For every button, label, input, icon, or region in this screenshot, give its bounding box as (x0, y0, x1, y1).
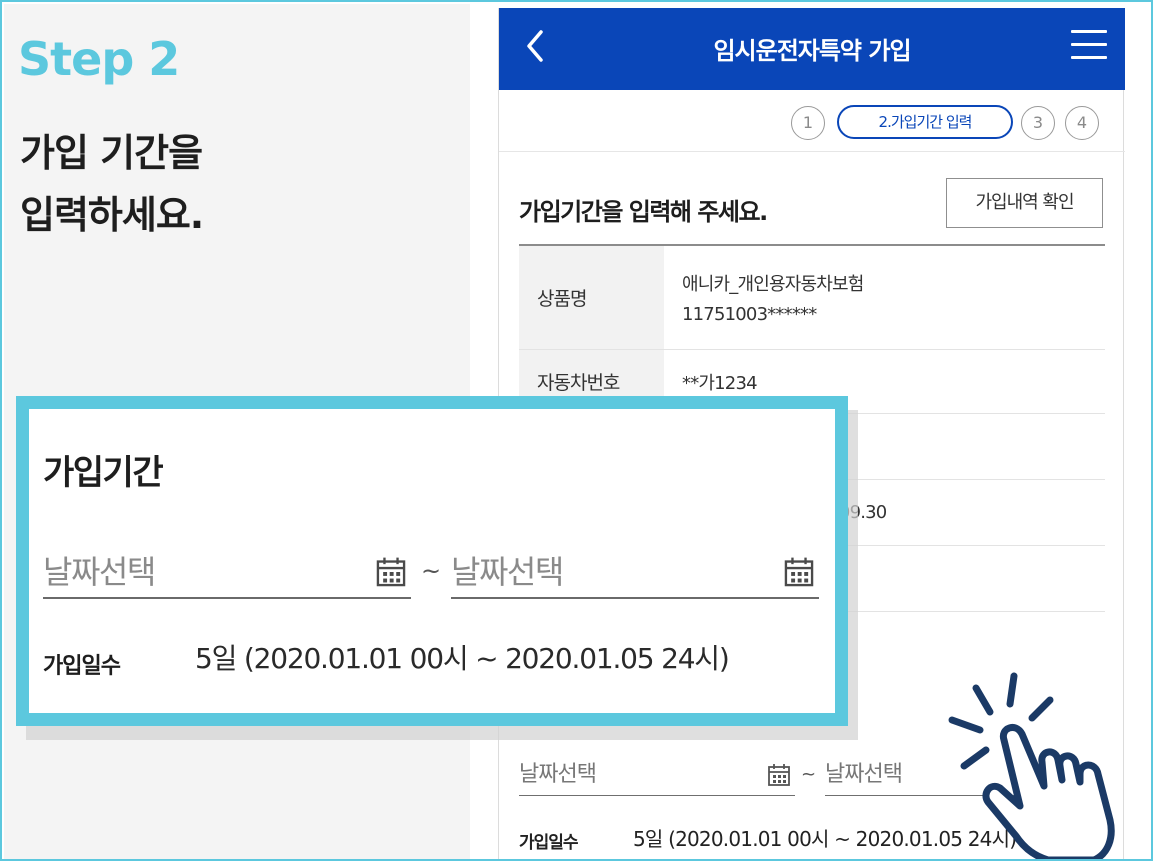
range-tilde: ~ (801, 764, 817, 785)
guide-headline: 가입 기간을 입력하세요. (20, 122, 204, 246)
guide-headline-line1: 가입 기간을 (20, 131, 203, 175)
zoom-end-date-placeholder: 날짜선택 (451, 553, 564, 591)
step-3: 3 (1021, 106, 1055, 140)
zoom-end-date-input[interactable]: 날짜선택 (451, 547, 819, 599)
hamburger-menu-icon (1071, 30, 1107, 59)
product-label: 상품명 (519, 246, 664, 349)
calendar-icon[interactable] (783, 555, 815, 589)
section-title: 가입기간을 입력해 주세요. (519, 198, 768, 226)
product-name: 애니카_개인용자동차보험 (682, 274, 864, 295)
step-label: Step 2 (18, 32, 180, 86)
start-date-input[interactable]: 날짜선택 (519, 756, 795, 796)
calendar-icon[interactable] (767, 762, 791, 788)
table-row: 상품명 애니카_개인용자동차보험 11751003****** (519, 246, 1105, 350)
tap-hand-icon (948, 672, 1115, 859)
step-indicator: 1 2.가입기간 입력 3 4 (499, 90, 1125, 152)
calendar-icon[interactable] (375, 555, 407, 589)
app-bar: 임시운전자특약 가입 (499, 8, 1125, 90)
tutorial-frame: Step 2 가입 기간을 입력하세요. 임시운전자특약 가입 1 2.가입기간… (0, 0, 1153, 861)
car-number-value: **가1234 (682, 372, 758, 394)
guide-headline-line2: 입력하세요. (20, 193, 204, 237)
zoom-start-date-input[interactable]: 날짜선택 (43, 547, 411, 599)
step-4: 4 (1065, 106, 1099, 140)
zoom-range-tilde: ~ (421, 557, 442, 585)
product-number: 11751003****** (682, 304, 817, 325)
step-1: 1 (791, 106, 825, 140)
menu-button[interactable] (1071, 30, 1107, 62)
zoom-days-label: 가입일수 (43, 654, 121, 679)
zoom-start-date-placeholder: 날짜선택 (43, 553, 156, 591)
end-date-placeholder: 날짜선택 (825, 762, 903, 787)
zoom-days-value: 5일 (2020.01.01 00시 ~ 2020.01.05 24시) (195, 642, 730, 675)
period-date-value: .09.30 (834, 502, 887, 523)
zoomed-period-callout: 가입기간 날짜선택 ~ 날짜선택 가입일수 5일 (2020.01.01 00시… (16, 396, 848, 726)
history-check-button[interactable]: 가입내역 확인 (946, 178, 1103, 228)
start-date-placeholder: 날짜선택 (519, 762, 597, 787)
period-title: 가입기간 (43, 453, 164, 493)
app-title: 임시운전자특약 가입 (713, 37, 911, 65)
step-2-active: 2.가입기간 입력 (837, 105, 1013, 139)
days-label: 가입일수 (519, 833, 579, 853)
